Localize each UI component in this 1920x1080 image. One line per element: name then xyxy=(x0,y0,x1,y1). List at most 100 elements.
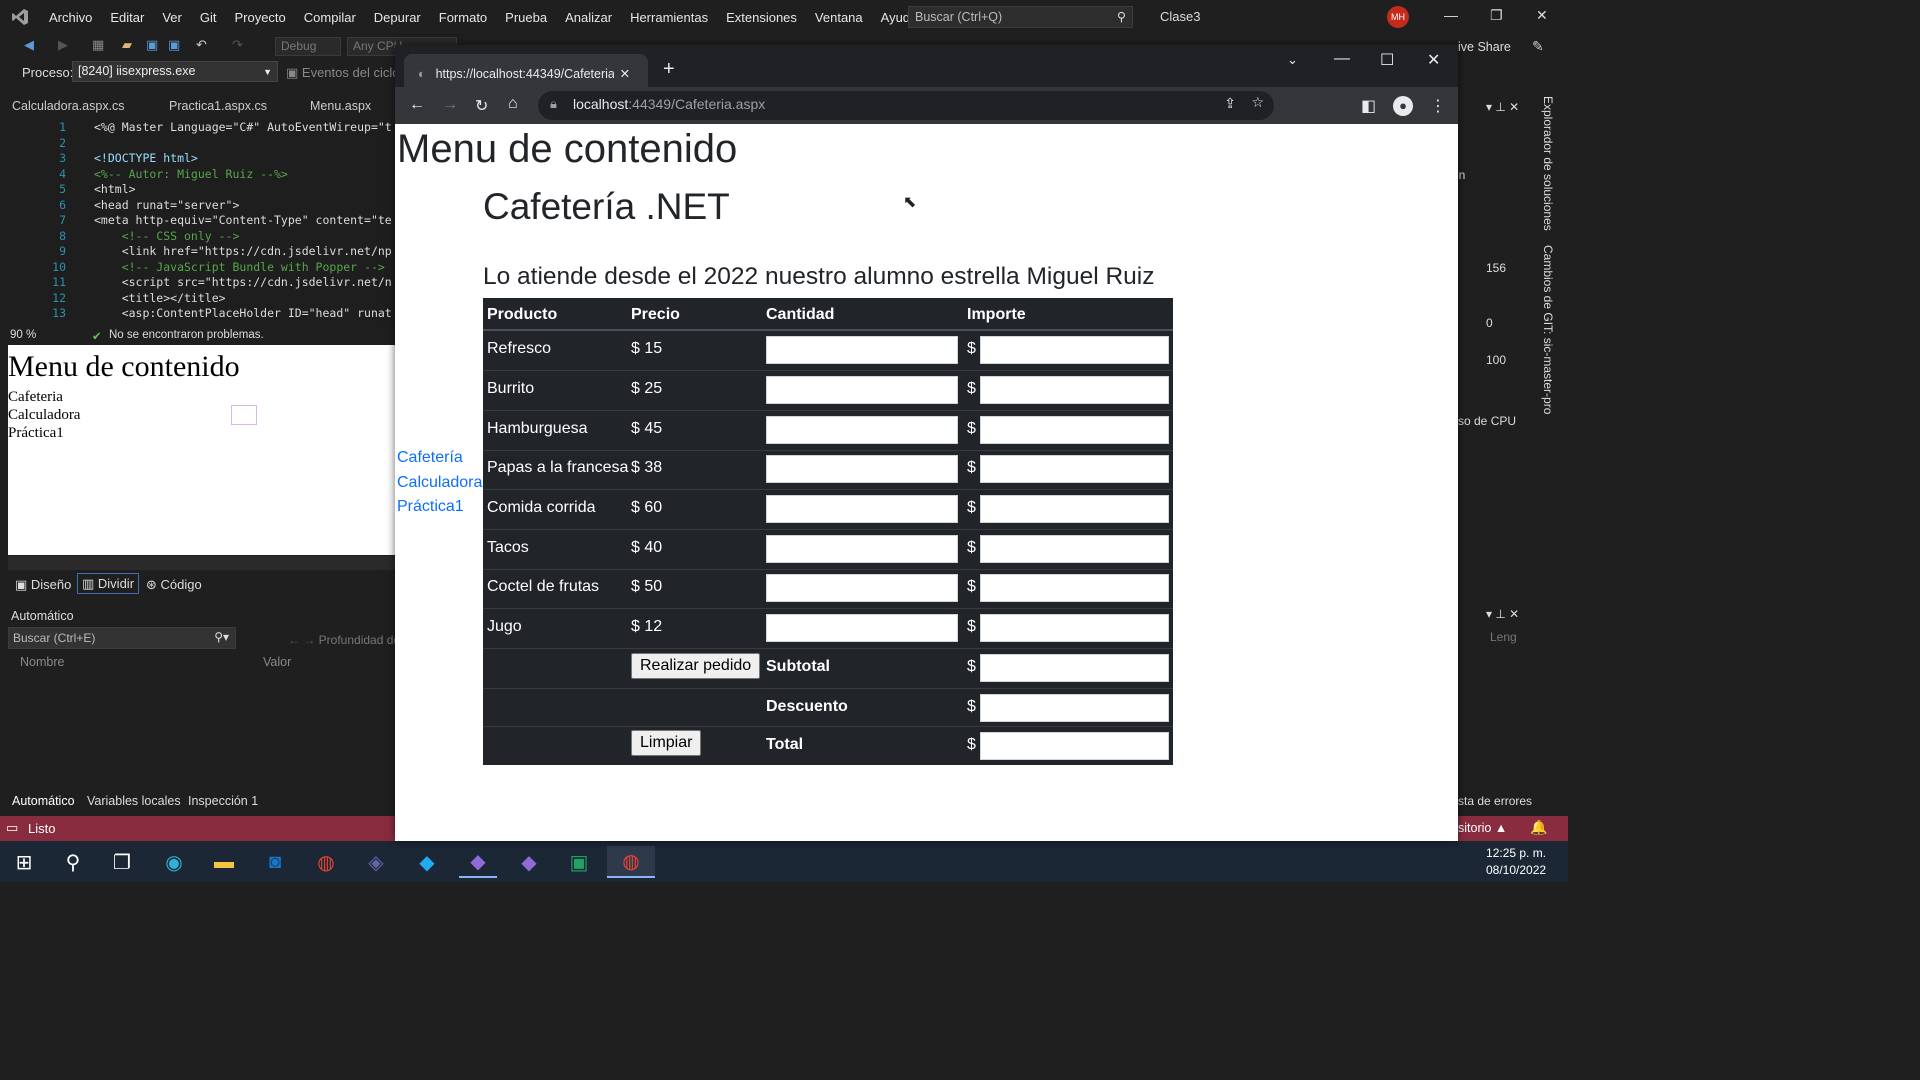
code-line[interactable]: <meta http-equiv="Content-Type" content=… xyxy=(94,213,392,227)
content-placeholder-box[interactable] xyxy=(231,405,257,425)
back-nav-icon[interactable]: ◀ xyxy=(24,37,34,53)
lifecycle-events[interactable]: ▣ Eventos del ciclo xyxy=(286,65,399,81)
quantity-input[interactable] xyxy=(766,336,958,364)
new-project-icon[interactable]: ▦ xyxy=(92,37,104,53)
order-button[interactable]: Realizar pedido xyxy=(631,653,761,679)
outlook-icon[interactable]: ◙ xyxy=(256,846,294,878)
bookmark-star-icon[interactable]: ☆ xyxy=(1251,94,1264,111)
amount-output[interactable] xyxy=(980,455,1169,483)
menu-item[interactable]: Ventana xyxy=(806,10,872,25)
tab-code[interactable]: ⊛ Código xyxy=(146,577,202,593)
back-icon[interactable]: ← xyxy=(409,96,425,114)
redo-icon[interactable]: ↷ xyxy=(232,37,243,53)
windows-start-icon[interactable]: ⊞ xyxy=(5,846,43,878)
menu-item[interactable]: Prueba xyxy=(496,10,556,25)
close-icon[interactable]: ✕ xyxy=(1536,7,1548,24)
tab-locals[interactable]: Variables locales xyxy=(87,794,181,808)
autos-search-input[interactable]: Buscar (Ctrl+E) ⚲▾ xyxy=(8,627,236,649)
design-view[interactable]: Menu de contenido Cafeteria Calculadora … xyxy=(8,345,395,555)
quantity-input[interactable] xyxy=(766,495,958,523)
menu-item[interactable]: Herramientas xyxy=(621,10,717,25)
code-line[interactable]: <!-- JavaScript Bundle with Popper --> xyxy=(94,260,385,274)
address-bar[interactable]: 🔒︎ localhost:44349/Cafeteria.aspx ⇪ ☆ xyxy=(538,91,1274,120)
close-icon[interactable]: ✕ xyxy=(1427,50,1440,70)
git-changes-tab[interactable]: Cambios de GIT: sic-master-pro xyxy=(1541,245,1555,414)
new-tab-icon[interactable]: + xyxy=(663,58,675,81)
home-icon[interactable]: ⌂ xyxy=(508,95,518,113)
nav-link-practica1[interactable]: Práctica1 xyxy=(397,498,464,516)
menu-item[interactable]: Compilar xyxy=(295,10,365,25)
repository-status[interactable]: sitorio ▲ xyxy=(1458,821,1507,835)
vscode-icon[interactable]: ◆ xyxy=(408,846,446,878)
edge-icon[interactable]: ◉ xyxy=(155,846,193,878)
amount-output[interactable] xyxy=(980,336,1169,364)
menu-item[interactable]: Git xyxy=(191,10,226,25)
process-select[interactable]: [8240] iisexpress.exe ▼ xyxy=(72,61,278,82)
live-share-button[interactable]: ive Share xyxy=(1458,40,1511,54)
menu-item[interactable]: Formato xyxy=(430,10,496,25)
cpu-usage-tab[interactable]: so de CPU xyxy=(1458,414,1516,428)
code-line[interactable]: <!-- CSS only --> xyxy=(94,229,240,243)
amount-output[interactable] xyxy=(980,416,1169,444)
zoom-level[interactable]: 90 % xyxy=(10,329,36,341)
code-line[interactable]: <link href="https://cdn.jsdelivr.net/np xyxy=(94,244,392,258)
menu-item[interactable]: Analizar xyxy=(556,10,621,25)
teams-icon[interactable]: ◈ xyxy=(357,846,395,878)
quantity-input[interactable] xyxy=(766,376,958,404)
avatar[interactable]: MH xyxy=(1387,6,1409,28)
menu-item[interactable]: Depurar xyxy=(365,10,430,25)
forward-nav-icon[interactable]: ▶ xyxy=(58,37,68,53)
chrome-active-icon[interactable]: ◍ xyxy=(607,846,655,878)
column-header-name[interactable]: Nombre xyxy=(20,655,64,669)
tab-watch1[interactable]: Inspección 1 xyxy=(188,794,258,808)
clear-button[interactable]: Limpiar xyxy=(631,730,702,756)
code-line[interactable]: <%@ Master Language="C#" AutoEventWireup… xyxy=(94,120,392,134)
menu-item[interactable]: Ver xyxy=(153,10,191,25)
quantity-input[interactable] xyxy=(766,455,958,483)
reload-icon[interactable]: ↻ xyxy=(475,96,488,116)
side-panel-icon[interactable]: ◧ xyxy=(1361,96,1376,116)
subtotal-output[interactable] xyxy=(980,654,1169,682)
solution-explorer-tab[interactable]: Explorador de soluciones xyxy=(1541,96,1555,231)
save-all-icon[interactable]: ▣ xyxy=(168,37,180,53)
code-line[interactable]: <asp:ContentPlaceHolder ID="head" runat xyxy=(94,306,392,320)
nav-link-cafeteria[interactable]: Cafetería xyxy=(397,449,463,467)
close-tab-icon[interactable]: ✕ xyxy=(620,66,630,81)
vs-search-box[interactable]: Buscar (Ctrl+Q) ⚲ xyxy=(908,6,1133,28)
tab-autos[interactable]: Automático xyxy=(12,794,75,808)
system-clock[interactable]: 12:25 p. m. 08/10/2022 xyxy=(1486,845,1546,879)
menu-item[interactable]: Archivo xyxy=(40,10,101,25)
quantity-input[interactable] xyxy=(766,535,958,563)
search-icon[interactable]: ⚲ xyxy=(54,846,92,878)
notifications-icon[interactable]: 🔔 xyxy=(1530,819,1547,836)
quantity-input[interactable] xyxy=(766,614,958,642)
minimize-icon[interactable]: — xyxy=(1334,50,1350,68)
code-line[interactable]: <html> xyxy=(94,182,136,196)
code-line[interactable]: <title></title> xyxy=(94,291,226,305)
column-header-value[interactable]: Valor xyxy=(263,655,291,669)
maximize-icon[interactable]: ☐ xyxy=(1380,50,1394,70)
code-line[interactable]: <%-- Autor: Miguel Ruiz --%> xyxy=(94,167,288,181)
amount-output[interactable] xyxy=(980,614,1169,642)
nav-link-calculadora[interactable]: Calculadora xyxy=(397,474,482,492)
quantity-input[interactable] xyxy=(766,574,958,602)
menu-item[interactable]: Editar xyxy=(101,10,153,25)
code-line[interactable]: <script src="https://cdn.jsdelivr.net/n xyxy=(94,275,392,289)
save-icon[interactable]: ▣ xyxy=(146,37,158,53)
tab-practica1-cs[interactable]: Practica1.aspx.cs xyxy=(169,99,267,113)
tab-calculadora-cs[interactable]: Calculadora.aspx.cs xyxy=(12,99,125,113)
restore-icon[interactable]: ❐ xyxy=(1490,7,1503,24)
tab-search-icon[interactable]: ⌄ xyxy=(1287,52,1298,68)
tab-split[interactable]: ▥ Dividir xyxy=(77,573,140,594)
total-output[interactable] xyxy=(980,732,1169,760)
debug-config-select[interactable]: Debug xyxy=(275,37,341,56)
quantity-input[interactable] xyxy=(766,416,958,444)
tab-menu-aspx[interactable]: Menu.aspx xyxy=(310,99,371,113)
amount-output[interactable] xyxy=(980,376,1169,404)
pin-icon[interactable]: ▾ ⊥ ✕ xyxy=(1486,100,1519,114)
code-line[interactable]: <!DOCTYPE html> xyxy=(94,151,198,165)
file-explorer-icon[interactable]: ▬ xyxy=(205,846,243,878)
error-list-tab[interactable]: sta de errores xyxy=(1458,794,1532,808)
task-view-icon[interactable]: ❐ xyxy=(103,846,141,878)
pin-icon-lower[interactable]: ▾ ⊥ ✕ xyxy=(1486,607,1519,621)
